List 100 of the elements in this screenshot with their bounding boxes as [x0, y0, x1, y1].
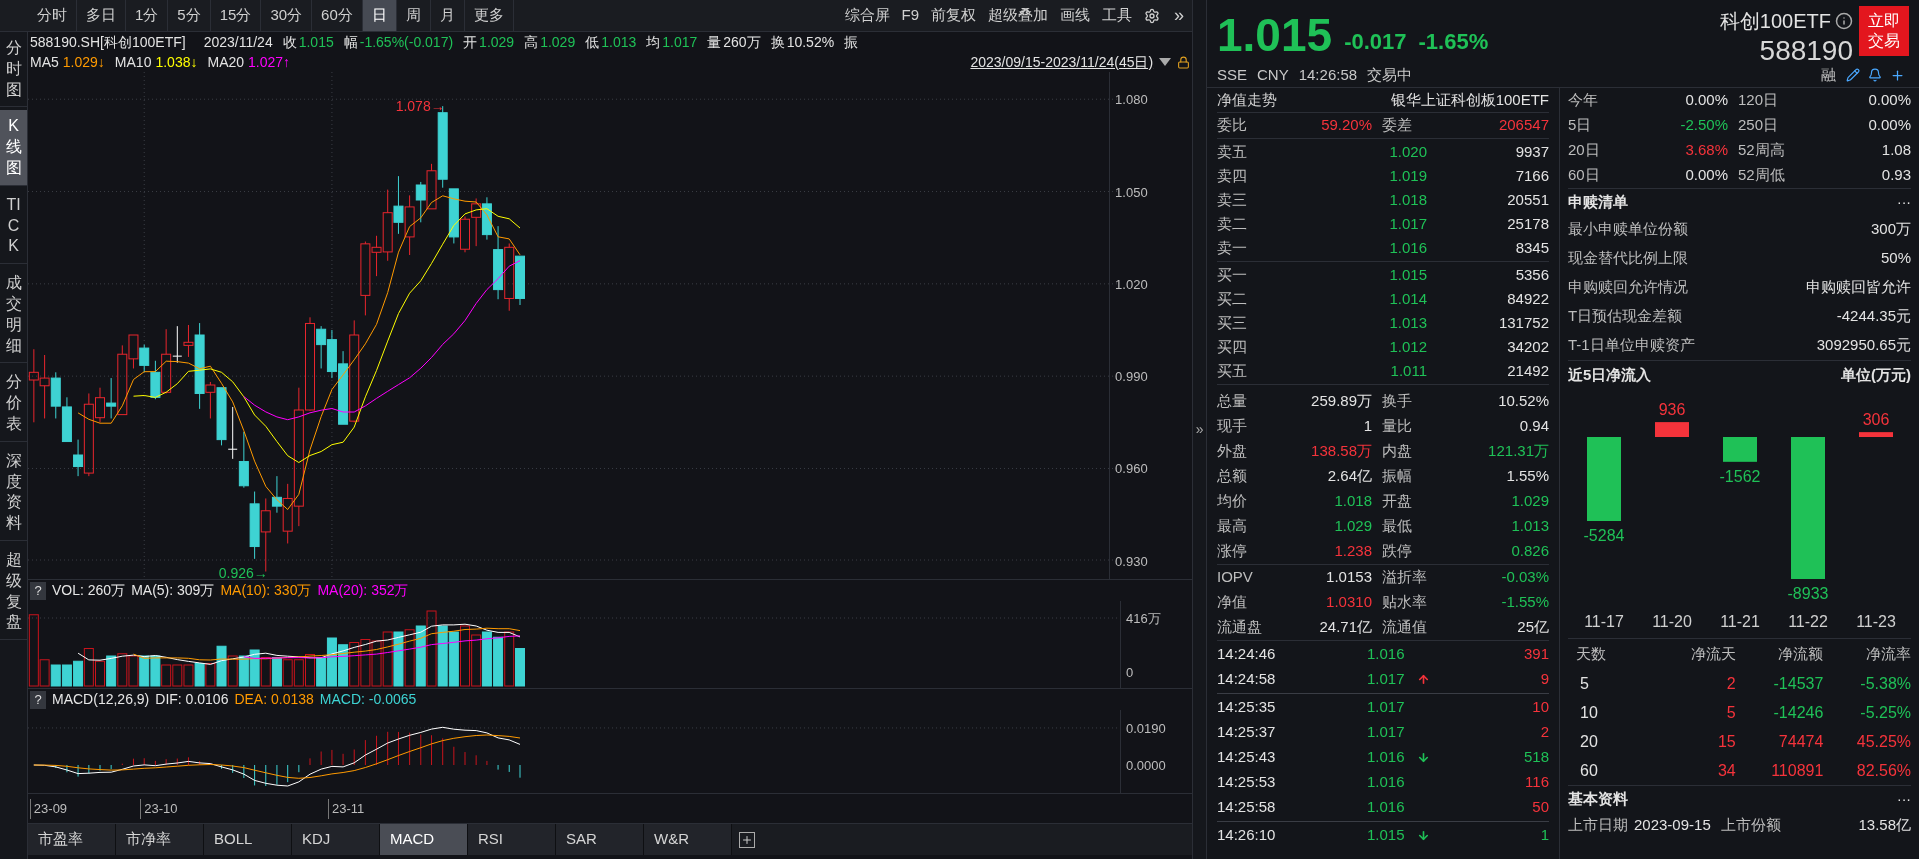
- plus-icon[interactable]: [1890, 67, 1905, 83]
- expand-button[interactable]: »: [1166, 0, 1193, 31]
- more-button[interactable]: ···: [1897, 788, 1911, 810]
- collapse-button[interactable]: »: [1195, 419, 1204, 440]
- lock-icon[interactable]: [1177, 55, 1191, 69]
- info-icon[interactable]: [1835, 12, 1853, 30]
- stat-label: 贴水率: [1382, 592, 1428, 613]
- period-tab[interactable]: 30分: [261, 0, 313, 31]
- trade-time: 14:25:35: [1217, 697, 1277, 718]
- toolbar-button[interactable]: 综合屏: [838, 0, 896, 31]
- period-tab[interactable]: 60分: [312, 0, 363, 31]
- info-value: 13.58亿: [1857, 814, 1911, 835]
- side-tab[interactable]: 成交明细: [0, 267, 27, 364]
- date-range-link[interactable]: 2023/09/15-2023/11/24(45日): [970, 51, 1154, 73]
- toolbar-button[interactable]: 超级叠加: [982, 0, 1055, 31]
- info-value: 申购赎回皆允许: [1806, 277, 1911, 298]
- ma-label: MA10: [114, 52, 152, 72]
- date-label: 11-23: [1856, 613, 1896, 630]
- indicator-tab[interactable]: W&R: [644, 824, 732, 855]
- order-volume: 9937: [1514, 141, 1549, 162]
- field-label: 换: [770, 32, 785, 52]
- toolbar-button[interactable]: 工具: [1096, 0, 1139, 31]
- price-axis-label: 0.990: [1115, 368, 1148, 387]
- order-price: 1.014: [1388, 288, 1427, 309]
- period-tab[interactable]: 分时: [28, 0, 77, 31]
- security-name: 科创100ETF: [1719, 9, 1831, 34]
- trade-volume: 2: [1539, 722, 1549, 743]
- table-cell-text: 20: [1579, 731, 1599, 752]
- order-level: 买三: [1217, 312, 1248, 333]
- indicator-tab[interactable]: 市盈率: [28, 824, 116, 855]
- period-tab[interactable]: 5分: [168, 0, 211, 31]
- toolbar-button[interactable]: F9: [895, 0, 926, 31]
- help-button[interactable]: ?: [30, 690, 46, 709]
- pencil-icon[interactable]: [1846, 68, 1860, 82]
- candle: [471, 197, 482, 247]
- indicator-value: MA(20): 352万: [317, 581, 409, 600]
- stat-value: 1.029: [1510, 491, 1549, 512]
- order-price: 1.015: [1388, 264, 1427, 285]
- price-axis-label: 1.080: [1115, 91, 1148, 110]
- order-level: 买四: [1217, 336, 1248, 357]
- section-title: 申赎清单: [1568, 191, 1628, 212]
- candle: [515, 255, 525, 306]
- indicator-tab[interactable]: RSI: [468, 824, 556, 855]
- trade-button[interactable]: 立即交易: [1859, 6, 1909, 56]
- period-tab[interactable]: 更多: [464, 0, 514, 31]
- side-tab[interactable]: 超级复盘: [0, 543, 27, 641]
- side-tab[interactable]: 分时图: [0, 32, 27, 108]
- stat-label: 流通值: [1382, 617, 1428, 638]
- trade-time: 14:25:43: [1217, 747, 1277, 768]
- toolbar-button[interactable]: 前复权: [925, 0, 983, 31]
- help-button[interactable]: ?: [30, 581, 46, 600]
- indicator-tab[interactable]: SAR: [556, 824, 644, 855]
- table-cell-text: 45.25%: [1855, 731, 1911, 752]
- indicator-tab[interactable]: KDJ: [292, 824, 380, 855]
- field-value: 1.013: [601, 32, 637, 52]
- indicator-tab[interactable]: 市净率: [116, 824, 204, 855]
- stat-label: 净值: [1217, 592, 1248, 613]
- period-tab[interactable]: 1分: [126, 0, 169, 31]
- side-tab[interactable]: K线图: [0, 110, 27, 186]
- field-label: 振: [844, 32, 859, 52]
- indicator-tab[interactable]: MACD: [380, 824, 468, 855]
- table-cell-text: -5.25%: [1859, 702, 1911, 723]
- info-label: 上市份额: [1720, 814, 1781, 835]
- gear-icon[interactable]: [1144, 7, 1161, 24]
- period-label: 52周高: [1738, 140, 1786, 161]
- info-label: T-1日单位申赎资产: [1568, 335, 1695, 356]
- more-button[interactable]: ···: [1897, 191, 1911, 213]
- percent-change: -1.65%: [1418, 28, 1489, 56]
- side-tab[interactable]: 深度资料: [0, 444, 27, 541]
- add-tab-button[interactable]: [739, 831, 755, 848]
- info-label: 申购赎回允许情况: [1568, 277, 1688, 298]
- indicator-value: MACD(12,26,9): [52, 690, 150, 709]
- stat-label: 总额: [1217, 466, 1248, 487]
- side-tab[interactable]: TICK: [0, 188, 27, 265]
- nav-trend-link[interactable]: 净值走势: [1217, 88, 1277, 112]
- candle: [238, 431, 249, 489]
- field-label: 收: [282, 32, 297, 52]
- stat-label: 内盘: [1382, 441, 1413, 462]
- bell-icon[interactable]: [1868, 68, 1882, 82]
- period-tab[interactable]: 周: [396, 0, 431, 31]
- period-tab[interactable]: 多日: [77, 0, 126, 31]
- side-tab[interactable]: 分价表: [0, 366, 27, 442]
- high-price-label: 1.078→: [395, 98, 445, 115]
- trade-volume: 50: [1531, 797, 1549, 818]
- table-cell-text: -5.38%: [1859, 673, 1911, 694]
- period-return: -2.50%: [1679, 115, 1728, 136]
- dropdown-icon[interactable]: [1159, 58, 1172, 66]
- inflow-bar: [1723, 437, 1757, 462]
- period-tab[interactable]: 日: [362, 0, 397, 31]
- inflow-value: -1562: [1719, 467, 1761, 485]
- indicator-tab[interactable]: BOLL: [204, 824, 292, 855]
- indicator-value: DIF: 0.0106: [155, 690, 229, 709]
- price-axis-label: 0.960: [1115, 460, 1148, 479]
- period-tab[interactable]: 月: [430, 0, 465, 31]
- info-label: T日预估现金差额: [1568, 306, 1683, 327]
- toolbar-button[interactable]: 画线: [1054, 0, 1097, 31]
- trade-price: 1.016: [1367, 747, 1406, 768]
- trade-volume: 1: [1539, 825, 1549, 846]
- period-tab[interactable]: 15分: [210, 0, 262, 31]
- info-value: 2023-09-15: [1634, 814, 1711, 835]
